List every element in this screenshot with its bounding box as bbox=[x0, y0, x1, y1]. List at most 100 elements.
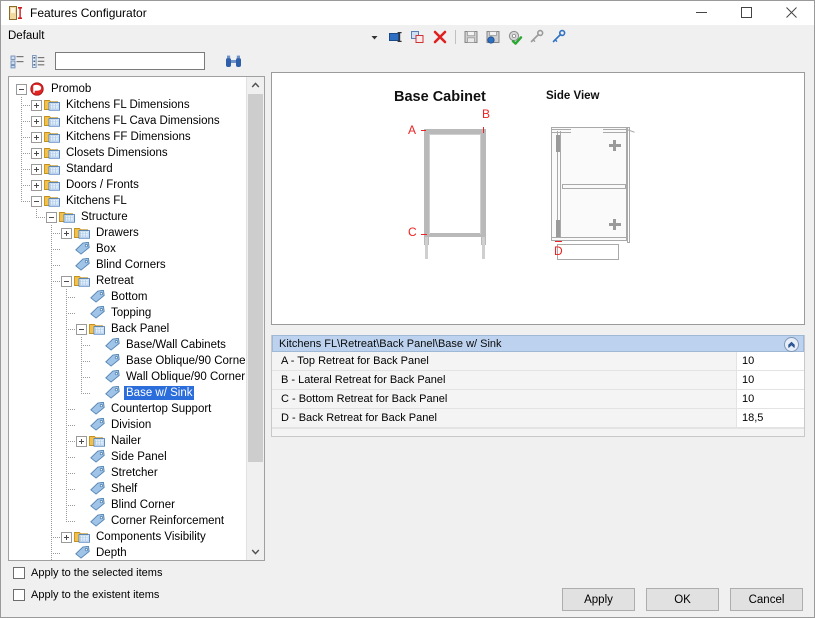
property-value[interactable]: 10 bbox=[737, 352, 804, 370]
apply-button[interactable]: Apply bbox=[562, 588, 635, 611]
delete-icon[interactable] bbox=[430, 28, 450, 47]
tree-node[interactable]: Doors / Fronts bbox=[13, 177, 246, 193]
collapse-node-icon[interactable] bbox=[16, 83, 27, 95]
collapse-node-icon[interactable] bbox=[31, 195, 42, 207]
tree-node[interactable]: Depth bbox=[13, 545, 246, 560]
tree-node[interactable]: Countertop Support bbox=[13, 401, 246, 417]
front-label-c: C bbox=[408, 225, 417, 239]
ok-button[interactable]: OK bbox=[646, 588, 719, 611]
tree-node[interactable]: Kitchens FL Cava Dimensions bbox=[13, 113, 246, 129]
binoculars-icon[interactable] bbox=[223, 52, 243, 70]
tree-indent bbox=[13, 145, 31, 161]
folder-icon bbox=[44, 130, 61, 144]
collapse-tree-icon[interactable] bbox=[29, 52, 47, 70]
search-input[interactable] bbox=[55, 52, 205, 70]
tree-node[interactable]: Base w/ Sink bbox=[13, 385, 246, 401]
tree-vertical-scrollbar[interactable] bbox=[246, 77, 264, 560]
tree-node[interactable]: Components Visibility bbox=[13, 529, 246, 545]
expand-node-icon[interactable] bbox=[31, 179, 42, 191]
tree-node[interactable]: Retreat bbox=[13, 273, 246, 289]
property-value[interactable]: 10 bbox=[737, 390, 804, 408]
tree-node[interactable]: Kitchens FL bbox=[13, 193, 246, 209]
tag-icon bbox=[89, 289, 106, 304]
tree-indent bbox=[13, 337, 91, 353]
tree-node[interactable]: Base Oblique/90 Corner bbox=[13, 353, 246, 369]
expand-node-icon[interactable] bbox=[61, 531, 72, 543]
tree-node[interactable]: Division bbox=[13, 417, 246, 433]
property-value[interactable]: 10 bbox=[737, 371, 804, 389]
tree-node[interactable]: Base/Wall Cabinets bbox=[13, 337, 246, 353]
close-button[interactable] bbox=[769, 1, 814, 24]
tag-icon bbox=[89, 305, 106, 320]
tree-node[interactable]: Standard bbox=[13, 161, 246, 177]
expand-node-icon[interactable] bbox=[31, 115, 42, 127]
collapse-node-icon[interactable] bbox=[46, 211, 57, 223]
tree-node-label: Standard bbox=[66, 163, 113, 175]
expand-node-icon[interactable] bbox=[31, 163, 42, 175]
tree-indent bbox=[13, 481, 76, 497]
apply-existent-label: Apply to the existent items bbox=[31, 589, 160, 601]
tree-node-label: Topping bbox=[111, 307, 152, 319]
folder-icon bbox=[44, 162, 61, 176]
tree-node[interactable]: Back Panel bbox=[13, 321, 246, 337]
tag-icon bbox=[104, 369, 121, 384]
property-row[interactable]: D - Back Retreat for Back Panel 18,5 bbox=[272, 409, 804, 428]
tree-node[interactable]: Shelf bbox=[13, 481, 246, 497]
apply-selected-checkbox[interactable] bbox=[13, 567, 25, 579]
tree-node-label: Retreat bbox=[96, 275, 134, 287]
expand-node-icon[interactable] bbox=[61, 227, 72, 239]
expand-tree-icon[interactable] bbox=[8, 52, 26, 70]
tree-node-label: Kitchens FL Dimensions bbox=[66, 99, 190, 111]
tree-node[interactable]: Structure bbox=[13, 209, 246, 225]
tree-node[interactable]: Stretcher bbox=[13, 465, 246, 481]
cancel-button[interactable]: Cancel bbox=[730, 588, 803, 611]
expand-node-icon[interactable] bbox=[31, 131, 42, 143]
tree-node-label: Side Panel bbox=[111, 451, 167, 463]
property-grid-header: Kitchens FL\Retreat\Back Panel\Base w/ S… bbox=[272, 335, 804, 352]
save-icon[interactable] bbox=[461, 28, 481, 47]
property-row[interactable]: B - Lateral Retreat for Back Panel 10 bbox=[272, 371, 804, 390]
duplicate-icon[interactable] bbox=[408, 28, 428, 47]
tree-node[interactable]: Drawers bbox=[13, 225, 246, 241]
tree-node[interactable]: Blind Corner bbox=[13, 497, 246, 513]
toolbar-dropdown-arrow[interactable] bbox=[364, 28, 384, 47]
feature-tree[interactable]: Promob Kitchens FL Dimensions Kitchens FL … bbox=[8, 76, 265, 561]
tree-scroll-area[interactable]: Promob Kitchens FL Dimensions Kitchens FL … bbox=[9, 77, 246, 560]
tree-indent bbox=[13, 529, 61, 545]
key-blue-icon[interactable] bbox=[549, 28, 569, 47]
tree-node[interactable]: Topping bbox=[13, 305, 246, 321]
expand-node-icon[interactable] bbox=[31, 99, 42, 111]
tree-node[interactable]: Side Panel bbox=[13, 449, 246, 465]
tree-node[interactable]: Box bbox=[13, 241, 246, 257]
collapse-node-icon[interactable] bbox=[61, 275, 72, 287]
expand-node-icon[interactable] bbox=[76, 435, 87, 447]
collapse-section-button[interactable] bbox=[784, 337, 799, 352]
scrollbar-track[interactable] bbox=[247, 94, 264, 543]
scroll-down-button[interactable] bbox=[247, 543, 264, 560]
tree-node[interactable]: Closets Dimensions bbox=[13, 145, 246, 161]
property-value[interactable]: 18,5 bbox=[737, 409, 804, 427]
collapse-node-icon[interactable] bbox=[76, 323, 87, 335]
maximize-button[interactable] bbox=[724, 1, 769, 24]
tree-node[interactable]: Kitchens FF Dimensions bbox=[13, 129, 246, 145]
apply-selected-row[interactable]: Apply to the selected items bbox=[13, 563, 814, 583]
scrollbar-thumb[interactable] bbox=[248, 94, 263, 463]
tree-node[interactable]: Bottom bbox=[13, 289, 246, 305]
rename-icon[interactable] bbox=[386, 28, 406, 47]
side-label-d: D bbox=[554, 244, 563, 258]
save-as-icon[interactable] bbox=[483, 28, 503, 47]
apply-settings-icon[interactable] bbox=[505, 28, 525, 47]
tree-node[interactable]: Kitchens FL Dimensions bbox=[13, 97, 246, 113]
tree-node[interactable]: Nailer bbox=[13, 433, 246, 449]
expand-node-icon[interactable] bbox=[31, 147, 42, 159]
scroll-up-button[interactable] bbox=[247, 77, 264, 94]
property-row[interactable]: C - Bottom Retreat for Back Panel 10 bbox=[272, 390, 804, 409]
tree-node[interactable]: Promob bbox=[13, 81, 246, 97]
minimize-button[interactable] bbox=[679, 1, 724, 24]
tree-node[interactable]: Corner Reinforcement bbox=[13, 513, 246, 529]
property-row[interactable]: A - Top Retreat for Back Panel 10 bbox=[272, 352, 804, 371]
tree-node[interactable]: Wall Oblique/90 Corner bbox=[13, 369, 246, 385]
apply-existent-checkbox[interactable] bbox=[13, 589, 25, 601]
key-gray-icon[interactable] bbox=[527, 28, 547, 47]
tree-node[interactable]: Blind Corners bbox=[13, 257, 246, 273]
